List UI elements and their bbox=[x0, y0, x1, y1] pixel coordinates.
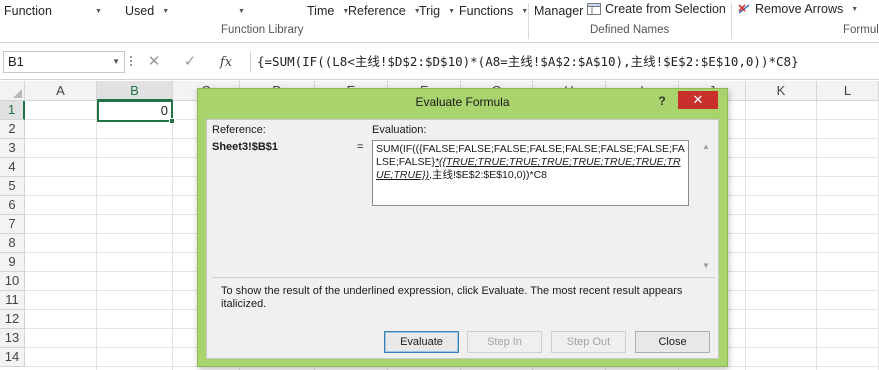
group-divider bbox=[731, 3, 732, 39]
name-manager-button[interactable]: Manager bbox=[534, 2, 583, 20]
math-trig-dropdown[interactable]: Trig ▼ bbox=[419, 2, 455, 20]
insert-function-button[interactable]: fx bbox=[210, 51, 242, 73]
row-header-6[interactable]: 6 bbox=[0, 196, 25, 215]
step-out-button[interactable]: Step Out bbox=[551, 331, 626, 353]
remove-arrows-button[interactable]: Remove Arrows ▼ bbox=[737, 0, 858, 18]
evaluate-formula-dialog: Evaluate Formula ? ✕ Reference: Sheet3!$… bbox=[197, 88, 728, 367]
active-cell-b1[interactable]: 0 bbox=[97, 100, 175, 124]
name-manager-label: Manager bbox=[534, 4, 584, 18]
row-header-2[interactable]: 2 bbox=[0, 120, 25, 139]
step-in-button[interactable]: Step In bbox=[467, 331, 542, 353]
column-header-a[interactable]: A bbox=[25, 81, 97, 101]
name-box[interactable]: B1 ▼ bbox=[3, 51, 125, 73]
lookup-reference-dropdown[interactable]: Reference ▼ bbox=[348, 2, 421, 20]
column-header-k[interactable]: K bbox=[746, 81, 817, 101]
row-header-1[interactable]: 1 bbox=[0, 101, 25, 120]
row-header-10[interactable]: 10 bbox=[0, 272, 25, 291]
math-dropdown[interactable]: ▼ bbox=[87, 2, 102, 20]
formula-input[interactable]: {=SUM(IF((L8<主线!$D$2:$D$10)*(A8=主线!$A$2:… bbox=[250, 51, 879, 73]
evaluation-scrollbar[interactable]: ▲ ▼ bbox=[700, 140, 714, 272]
row-header-4[interactable]: 4 bbox=[0, 158, 25, 177]
chevron-down-icon: ▼ bbox=[95, 8, 102, 15]
fx-icon: fx bbox=[219, 55, 233, 70]
gridline bbox=[172, 101, 173, 370]
create-from-selection-button[interactable]: Create from Selection bbox=[587, 0, 726, 18]
scroll-down-icon[interactable]: ▼ bbox=[702, 261, 710, 270]
group-divider bbox=[528, 3, 529, 39]
recently-used-label: Used bbox=[125, 4, 155, 18]
ribbon: Function ▼ Used ▼ ▼ Time ▼ Reference ▼ Trig… bbox=[0, 0, 879, 43]
close-icon[interactable]: ✕ bbox=[678, 91, 718, 109]
chevron-down-icon: ▼ bbox=[851, 6, 859, 13]
function-library-group-label: Function Library bbox=[221, 24, 304, 36]
evaluation-field[interactable]: SUM(IF(({FALSE;FALSE;FALSE;FALSE;FALSE;F… bbox=[372, 140, 689, 206]
math-trig-label: Trig bbox=[419, 4, 441, 18]
evaluate-button[interactable]: Evaluate bbox=[384, 331, 459, 353]
help-text: To show the result of the underlined exp… bbox=[221, 285, 683, 310]
row-header-7[interactable]: 7 bbox=[0, 215, 25, 234]
row-header-14[interactable]: 14 bbox=[0, 348, 25, 367]
equals-sign: = bbox=[357, 141, 364, 153]
create-from-selection-label: Create from Selection bbox=[605, 2, 726, 16]
reference-label: Reference: bbox=[212, 124, 266, 136]
defined-names-group-label: Defined Names bbox=[590, 24, 670, 36]
gridline bbox=[816, 101, 817, 370]
chevron-down-icon[interactable]: ▼ bbox=[112, 52, 120, 72]
help-icon[interactable]: ? bbox=[653, 92, 671, 110]
create-from-selection-icon bbox=[587, 3, 601, 15]
function-label: Function bbox=[4, 4, 52, 18]
row-header-13[interactable]: 13 bbox=[0, 329, 25, 348]
divider bbox=[212, 277, 715, 278]
row-header-3[interactable]: 3 bbox=[0, 139, 25, 158]
select-all-button[interactable] bbox=[0, 81, 25, 101]
gridline bbox=[96, 101, 97, 370]
row-header-9[interactable]: 9 bbox=[0, 253, 25, 272]
reference-value: Sheet3!$B$1 bbox=[212, 141, 279, 153]
cancel-icon[interactable]: ✕ bbox=[138, 51, 170, 73]
fill-handle[interactable] bbox=[169, 118, 175, 124]
lookup-reference-label: Reference bbox=[348, 4, 406, 18]
function-button[interactable]: Function bbox=[4, 2, 52, 20]
dialog-body: Reference: Sheet3!$B$1 = Evaluation: SUM… bbox=[206, 119, 719, 359]
formula-auditing-group-label: Formul bbox=[843, 24, 879, 36]
chevron-down-icon: ▼ bbox=[238, 8, 245, 15]
text-dropdown[interactable]: ▼ bbox=[230, 2, 245, 20]
more-functions-dropdown[interactable]: Functions ▼ bbox=[459, 2, 528, 20]
chevron-down-icon: ▼ bbox=[448, 8, 456, 15]
gridline bbox=[745, 101, 746, 370]
chevron-down-icon: ▼ bbox=[162, 8, 170, 15]
row-header-12[interactable]: 12 bbox=[0, 310, 25, 329]
row-header-11[interactable]: 11 bbox=[0, 291, 25, 310]
column-header-b[interactable]: B bbox=[97, 81, 173, 101]
date-time-label: Time bbox=[307, 4, 335, 18]
scroll-up-icon[interactable]: ▲ bbox=[702, 142, 710, 151]
resize-handle-icon[interactable] bbox=[129, 54, 133, 70]
remove-arrows-icon bbox=[738, 4, 750, 14]
enter-icon[interactable]: ✓ bbox=[174, 51, 206, 73]
close-button[interactable]: Close bbox=[635, 331, 710, 353]
evaluation-label: Evaluation: bbox=[372, 124, 427, 136]
recently-used-dropdown[interactable]: Used ▼ bbox=[125, 2, 169, 20]
row-header-8[interactable]: 8 bbox=[0, 234, 25, 253]
name-box-value: B1 bbox=[8, 54, 24, 69]
dialog-title: Evaluate Formula bbox=[415, 95, 510, 109]
formula-bar: B1 ▼ ✕ ✓ fx {=SUM(IF((L8<主线!$D$2:$D$10)*… bbox=[0, 43, 879, 80]
row-header-5[interactable]: 5 bbox=[0, 177, 25, 196]
remove-arrows-label: Remove Arrows bbox=[755, 2, 844, 16]
evaluation-text-tail: ,主线!$E$2:$E$10,0))*C8 bbox=[429, 169, 547, 181]
date-time-dropdown[interactable]: Time ▼ bbox=[307, 2, 349, 20]
column-header-l[interactable]: L bbox=[817, 81, 879, 101]
more-functions-label: Functions bbox=[459, 4, 514, 18]
